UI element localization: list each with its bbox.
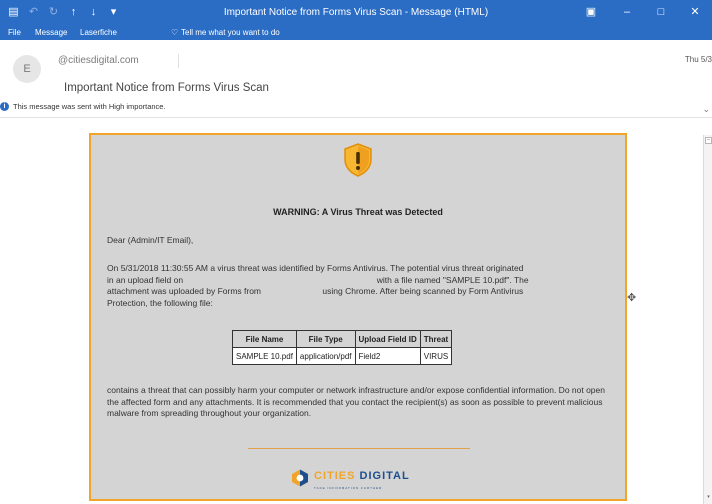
customize-toolbar-icon[interactable]: ▾ (106, 5, 121, 20)
ribbon-display-options-icon[interactable]: ▣ (572, 0, 610, 26)
tell-me-search[interactable]: Tell me what you want to do (181, 28, 280, 37)
crosshair-cursor-icon: ✥ (627, 292, 637, 304)
logo-tagline: TAKE INFORMATION FURTHER (314, 486, 383, 490)
description-line: On 5/31/2018 11:30:55 AM a virus threat … (107, 263, 524, 273)
previous-item-icon[interactable]: ↑ (66, 5, 81, 20)
table-cell: SAMPLE 10.pdf (232, 347, 297, 365)
expand-chevron-icon[interactable]: ⌄ (702, 104, 710, 115)
info-icon: i (0, 102, 9, 111)
outlook-message-window: ▤ ↶ ↻ ↑ ↓ ▾ Important Notice from Forms … (0, 0, 712, 504)
save-icon[interactable]: ▤ (6, 5, 21, 20)
minimize-icon[interactable]: – (610, 0, 644, 26)
vertical-scrollbar[interactable]: – ▾ (703, 135, 712, 504)
threat-description: On 5/31/2018 11:30:55 AM a virus threat … (107, 263, 612, 309)
quick-access-toolbar: ▤ ↶ ↻ ↑ ↓ ▾ (6, 5, 126, 20)
importance-text: This message was sent with High importan… (13, 102, 166, 111)
scroll-down-icon[interactable]: ▾ (705, 494, 712, 501)
divider (248, 448, 470, 449)
table-cell: Field2 (354, 347, 421, 365)
title-bar: ▤ ↶ ↻ ↑ ↓ ▾ Important Notice from Forms … (0, 0, 712, 26)
message-subject: Important Notice from Forms Virus Scan (64, 82, 269, 94)
greeting: Dear (Admin/IT Email), (107, 235, 194, 245)
scroll-up-icon[interactable]: – (705, 137, 712, 144)
column-header: Threat (419, 330, 453, 348)
table-row: SAMPLE 10.pdf application/pdf Field2 VIR… (232, 347, 453, 365)
column-header: File Type (295, 330, 356, 348)
tab-laserfiche[interactable]: Laserfiche (80, 28, 117, 37)
description-line: in an upload field on with a file named … (107, 274, 529, 285)
ribbon-tabs: File Message Laserfiche ♡ Tell me what y… (0, 26, 712, 40)
table-header-row: File Name File Type Upload Field ID Thre… (232, 330, 453, 348)
table-cell: application/pdf (295, 347, 356, 365)
logo-wordmark: CITIES DIGITAL (314, 470, 410, 482)
importance-notice: i This message was sent with High import… (0, 102, 166, 111)
brand-mark-icon (292, 469, 308, 487)
close-icon[interactable]: ✕ (678, 0, 712, 26)
undo-icon[interactable]: ↶ (26, 5, 41, 20)
email-card: WARNING: A Virus Threat was Detected Dea… (89, 133, 627, 501)
cities-digital-logo: CITIES DIGITAL TAKE INFORMATION FURTHER (291, 466, 410, 490)
divider (178, 54, 179, 68)
threat-table: File Name File Type Upload Field ID Thre… (232, 330, 453, 365)
message-body: WARNING: A Virus Threat was Detected Dea… (0, 119, 712, 504)
maximize-icon[interactable]: □ (644, 0, 678, 26)
window-controls: ▣ – □ ✕ (572, 0, 712, 26)
description-line: attachment was uploaded by Forms from us… (107, 286, 524, 296)
column-header: File Name (232, 330, 297, 348)
redo-icon[interactable]: ↻ (46, 5, 61, 20)
tab-message[interactable]: Message (35, 28, 67, 37)
warning-heading: WARNING: A Virus Threat was Detected (273, 207, 443, 217)
table-cell: VIRUS (419, 347, 453, 365)
description-line: Protection, the following file: (107, 297, 213, 308)
message-date: Thu 5/3 (684, 55, 712, 64)
tell-me-lightbulb-icon[interactable]: ♡ (171, 28, 178, 37)
message-header: E @citiesdigital.com Important Notice fr… (0, 40, 712, 118)
tab-file[interactable]: File (8, 28, 21, 37)
sender-address[interactable]: @citiesdigital.com (58, 55, 139, 66)
avatar: E (13, 55, 41, 83)
warning-shield-icon (344, 143, 372, 177)
next-item-icon[interactable]: ↓ (86, 5, 101, 20)
threat-advice: contains a threat that can possibly harm… (107, 385, 605, 418)
column-header: Upload Field ID (354, 330, 421, 348)
